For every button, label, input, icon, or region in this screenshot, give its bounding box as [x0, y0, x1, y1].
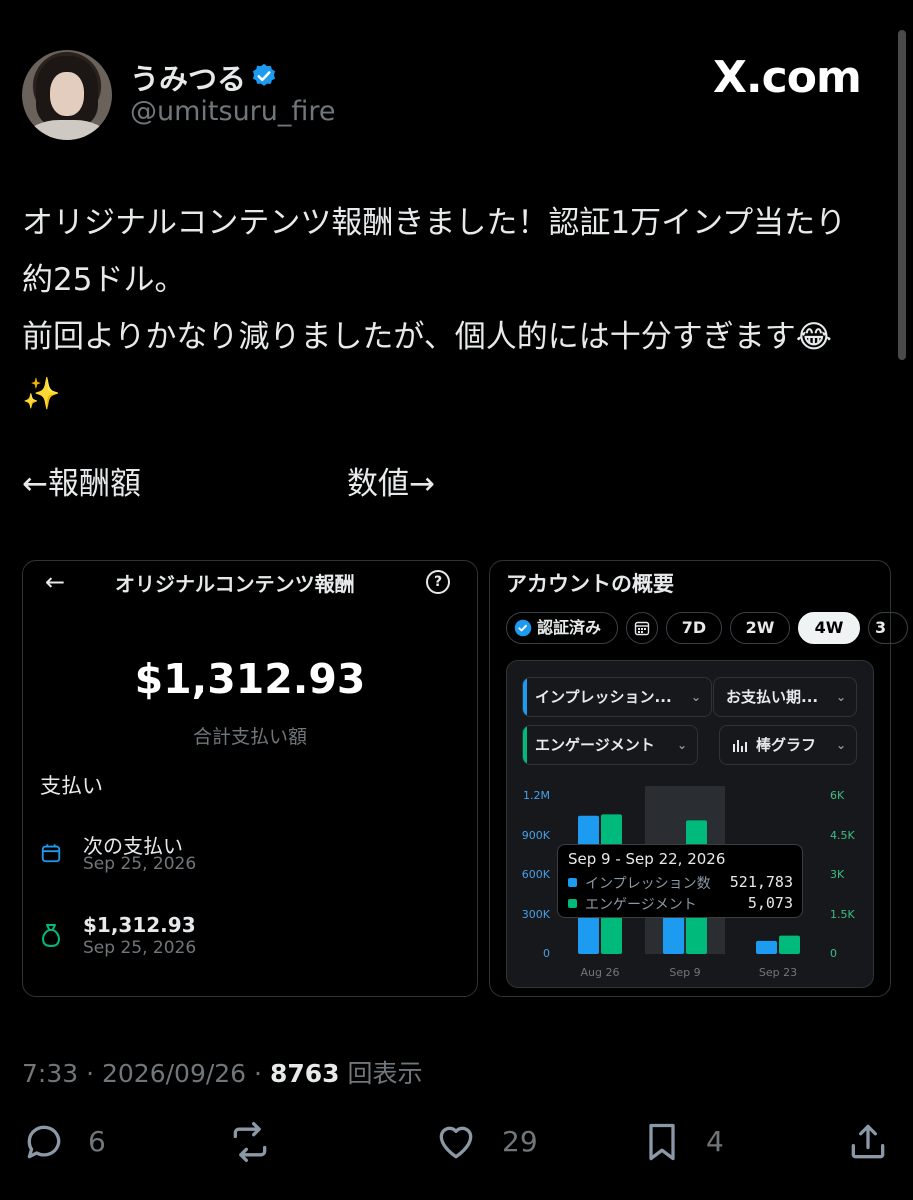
reply-count: 6: [88, 1125, 106, 1158]
right-axis-tick: 3K: [830, 868, 845, 881]
left-axis-tick: 1.2M: [523, 789, 550, 802]
chevron-down-icon: ⌄: [835, 690, 846, 704]
left-axis-tick: 0: [543, 947, 550, 960]
tooltip-impressions-value: 521,783: [729, 873, 793, 891]
filter-4w-chip[interactable]: 4W: [798, 612, 860, 644]
verified-check-icon: [514, 619, 532, 637]
payment-amount: $1,312.93: [83, 913, 196, 937]
metric2-selector[interactable]: エンゲージメント ⌄: [522, 725, 698, 765]
calendar-grid-icon: [634, 621, 650, 636]
payment-date: Sep 25, 2026: [83, 938, 197, 958]
like-heart-icon[interactable]: [434, 1120, 478, 1164]
chevron-down-icon: ⌄: [676, 738, 687, 752]
metric1-selector[interactable]: インプレッション... ⌄: [522, 677, 712, 717]
view-count-label: 回表示: [347, 1059, 423, 1088]
filter-2w-chip[interactable]: 2W: [730, 612, 790, 644]
period-selector[interactable]: お支払い期... ⌄: [713, 677, 857, 717]
metric1-selector-label: インプレッション...: [535, 688, 672, 706]
right-axis-tick: 1.5K: [830, 907, 855, 921]
right-image-caption: 数値→: [347, 466, 435, 502]
analytics-card-title: アカウントの概要: [506, 572, 674, 596]
payments-heading: 支払い: [40, 774, 103, 798]
view-count: 8763: [269, 1059, 340, 1088]
bar-chart-icon: [733, 740, 747, 752]
reply-icon[interactable]: [22, 1120, 66, 1164]
money-bag-icon: [42, 924, 60, 948]
like-count: 29: [502, 1125, 538, 1158]
repost-icon[interactable]: [228, 1120, 272, 1164]
right-axis-tick: 4.5K: [830, 828, 855, 842]
user-handle[interactable]: @umitsuru_fire: [130, 96, 336, 127]
filter-7d-chip[interactable]: 7D: [666, 612, 722, 644]
tooltip-impressions-label: インプレッション数: [585, 876, 711, 892]
filter-verified-label: 認証済み: [537, 618, 602, 637]
tweet-text: オリジナルコンテンツ報酬きました！認証1万インプ当たり 約25ドル。 前回よりか…: [22, 205, 847, 412]
left-axis-tick: 300K: [521, 907, 550, 921]
x-axis-label: Aug 26: [580, 966, 620, 979]
date-picker-chip[interactable]: [626, 612, 658, 644]
right-axis-tick: 6K: [830, 789, 845, 802]
filter-verified-chip[interactable]: 認証済み: [506, 612, 618, 644]
share-icon[interactable]: [846, 1120, 890, 1164]
separator-dot: ·: [86, 1059, 102, 1088]
period-selector-label: お支払い期...: [726, 688, 819, 706]
total-amount: $1,312.93: [134, 655, 366, 703]
left-image-caption: ←報酬額: [22, 466, 141, 502]
left-axis-tick: 900K: [521, 828, 550, 842]
right-axis-tick: 0: [830, 947, 837, 960]
payout-card-title: オリジナルコンテンツ報酬: [115, 572, 355, 596]
tooltip-engagement-swatch: [568, 899, 577, 908]
tooltip-impressions-swatch: [568, 878, 577, 887]
tweet-date[interactable]: 2026/09/26: [102, 1059, 246, 1088]
help-icon: ?: [426, 570, 450, 594]
tweet-meta: 7:33 · 2026/09/26 · 8763 回表示: [22, 1054, 423, 1090]
bookmark-icon[interactable]: [640, 1120, 684, 1164]
tooltip-range: Sep 9 - Sep 22, 2026: [568, 850, 726, 868]
x-com-watermark: X.com: [713, 52, 862, 103]
back-arrow-icon: ←: [45, 568, 66, 596]
separator-dot: ·: [254, 1059, 270, 1088]
total-amount-label: 合計支払い額: [192, 726, 307, 748]
chart-type-selector[interactable]: 棒グラフ ⌄: [719, 725, 857, 765]
tooltip-engagement-value: 5,073: [747, 894, 793, 912]
x-axis-label: Sep 9: [669, 966, 701, 979]
x-axis-label: Sep 23: [758, 966, 798, 979]
verified-badge-icon: [252, 63, 276, 86]
avatar[interactable]: [22, 50, 112, 140]
chevron-down-icon: ⌄: [835, 738, 846, 752]
bookmark-count: 4: [706, 1125, 724, 1158]
tweet-time[interactable]: 7:33: [22, 1059, 78, 1088]
display-name[interactable]: うみつる: [130, 56, 246, 98]
left-axis-tick: 600K: [521, 868, 550, 881]
filter-3-chip[interactable]: 3: [868, 612, 908, 644]
chart-type-selector-label: 棒グラフ: [756, 736, 817, 754]
next-payment-date: Sep 25, 2026: [83, 854, 197, 874]
calendar-icon: [41, 844, 61, 863]
chevron-down-icon: ⌄: [690, 690, 701, 704]
metric2-selector-label: エンゲージメント: [535, 736, 655, 754]
tooltip-engagement-label: エンゲージメント: [585, 897, 697, 913]
